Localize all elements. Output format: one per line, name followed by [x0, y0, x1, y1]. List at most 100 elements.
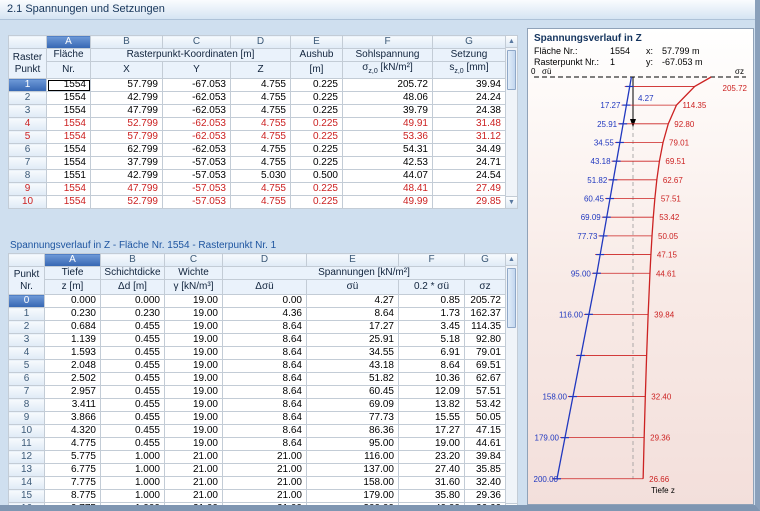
row-header-cell[interactable]: 4: [9, 118, 47, 131]
data-cell[interactable]: 2.048: [45, 360, 101, 373]
data-cell[interactable]: 1.000: [101, 477, 165, 490]
scroll-down-icon[interactable]: ▼: [506, 196, 517, 208]
data-cell[interactable]: 2.957: [45, 386, 101, 399]
row-header-cell[interactable]: 1: [9, 79, 47, 92]
data-cell[interactable]: 8.64: [223, 386, 307, 399]
scroll-down-icon[interactable]: ▼: [506, 503, 517, 511]
data-cell[interactable]: 0.230: [45, 308, 101, 321]
data-cell[interactable]: -62.053: [163, 105, 231, 118]
data-cell[interactable]: -57.053: [163, 170, 231, 183]
data-cell[interactable]: -57.053: [163, 196, 231, 209]
data-cell[interactable]: 1.000: [101, 451, 165, 464]
data-cell[interactable]: 6.775: [45, 464, 101, 477]
data-cell[interactable]: 50.05: [465, 412, 506, 425]
data-cell[interactable]: 0.455: [101, 321, 165, 334]
data-cell[interactable]: 39.94: [433, 79, 506, 92]
data-cell[interactable]: 10.36: [399, 373, 465, 386]
data-cell[interactable]: 15.55: [399, 412, 465, 425]
data-cell[interactable]: 5.18: [399, 334, 465, 347]
data-cell[interactable]: 53.42: [465, 399, 506, 412]
data-cell[interactable]: 0.455: [101, 412, 165, 425]
row-header-cell[interactable]: 14: [9, 477, 45, 490]
data-cell[interactable]: 52.799: [91, 196, 163, 209]
data-cell[interactable]: 19.00: [165, 425, 223, 438]
data-cell[interactable]: 43.18: [307, 360, 399, 373]
data-cell[interactable]: 47.799: [91, 105, 163, 118]
data-cell[interactable]: 1.139: [45, 334, 101, 347]
data-cell[interactable]: 8.64: [223, 412, 307, 425]
data-cell[interactable]: 21.00: [223, 503, 307, 511]
data-cell[interactable]: 21.00: [223, 464, 307, 477]
data-cell[interactable]: 54.31: [343, 144, 433, 157]
data-cell[interactable]: 21.00: [165, 490, 223, 503]
data-cell[interactable]: 19.00: [165, 308, 223, 321]
data-cell[interactable]: 24.38: [433, 105, 506, 118]
data-cell[interactable]: 35.80: [399, 490, 465, 503]
data-cell[interactable]: 47.15: [465, 425, 506, 438]
data-cell[interactable]: 4.320: [45, 425, 101, 438]
column-letter-b[interactable]: B: [91, 36, 163, 49]
data-cell[interactable]: 21.00: [223, 490, 307, 503]
data-cell[interactable]: 19.00: [165, 438, 223, 451]
data-cell[interactable]: 4.755: [231, 131, 291, 144]
data-cell[interactable]: 137.00: [307, 464, 399, 477]
row-header-cell[interactable]: 8: [9, 170, 47, 183]
data-cell[interactable]: -57.053: [163, 183, 231, 196]
data-cell[interactable]: 23.20: [399, 451, 465, 464]
corner-blank-cell[interactable]: [9, 36, 47, 49]
data-cell[interactable]: 4.755: [231, 196, 291, 209]
data-cell[interactable]: 1.000: [101, 503, 165, 511]
data-cell[interactable]: 158.00: [307, 477, 399, 490]
data-cell[interactable]: 1554: [47, 92, 91, 105]
data-cell[interactable]: 44.61: [465, 438, 506, 451]
data-cell[interactable]: 1554: [47, 157, 91, 170]
data-cell[interactable]: 1554: [47, 131, 91, 144]
row-header-cell[interactable]: 3: [9, 334, 45, 347]
data-cell[interactable]: 19.00: [165, 399, 223, 412]
row-header-cell[interactable]: 3: [9, 105, 47, 118]
data-cell[interactable]: 53.36: [343, 131, 433, 144]
scrollbar-thumb[interactable]: [507, 268, 516, 328]
data-cell[interactable]: 1.593: [45, 347, 101, 360]
data-cell[interactable]: 13.82: [399, 399, 465, 412]
row-header-cell[interactable]: 10: [9, 196, 47, 209]
data-cell[interactable]: 49.99: [343, 196, 433, 209]
data-cell[interactable]: 8.64: [223, 399, 307, 412]
data-cell[interactable]: 27.49: [433, 183, 506, 196]
data-cell[interactable]: 21.00: [165, 503, 223, 511]
row-header-cell[interactable]: 2: [9, 92, 47, 105]
data-cell[interactable]: -57.053: [163, 157, 231, 170]
data-cell[interactable]: 0.500: [291, 170, 343, 183]
row-header-cell[interactable]: 6: [9, 373, 45, 386]
data-cell[interactable]: -62.053: [163, 92, 231, 105]
row-header-cell[interactable]: 0: [9, 295, 45, 308]
column-letter-e[interactable]: E: [307, 254, 399, 267]
data-cell[interactable]: 12.09: [399, 386, 465, 399]
data-cell[interactable]: 1554: [47, 105, 91, 118]
data-cell[interactable]: 26.66: [465, 503, 506, 511]
data-cell[interactable]: 8.64: [223, 347, 307, 360]
data-cell[interactable]: 57.799: [91, 79, 163, 92]
data-cell[interactable]: 95.00: [307, 438, 399, 451]
data-cell[interactable]: 57.799: [91, 131, 163, 144]
data-cell[interactable]: 205.72: [465, 295, 506, 308]
data-cell[interactable]: 0.85: [399, 295, 465, 308]
data-cell[interactable]: 29.85: [433, 196, 506, 209]
column-letter-g[interactable]: G: [465, 254, 506, 267]
column-letter-a[interactable]: A: [45, 254, 101, 267]
data-cell[interactable]: 8.64: [223, 334, 307, 347]
data-cell[interactable]: -62.053: [163, 118, 231, 131]
data-cell[interactable]: 0.455: [101, 425, 165, 438]
data-cell[interactable]: 9.775: [45, 503, 101, 511]
data-cell[interactable]: 0.455: [101, 438, 165, 451]
data-cell[interactable]: 19.00: [165, 412, 223, 425]
data-cell[interactable]: 2.502: [45, 373, 101, 386]
data-cell[interactable]: 17.27: [307, 321, 399, 334]
data-cell[interactable]: 44.07: [343, 170, 433, 183]
data-cell[interactable]: 8.64: [223, 425, 307, 438]
data-cell[interactable]: 5.775: [45, 451, 101, 464]
data-cell[interactable]: 4.27: [307, 295, 399, 308]
data-cell[interactable]: 0.455: [101, 399, 165, 412]
data-cell[interactable]: 0.230: [101, 308, 165, 321]
data-cell[interactable]: 21.00: [165, 464, 223, 477]
